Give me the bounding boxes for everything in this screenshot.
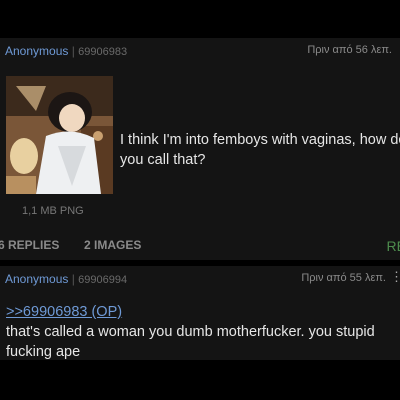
post-time: Πριν από 55 λεπ. [301, 272, 386, 284]
post-header: Anonymous | 69906983 Πριν από 56 λεπ. [0, 38, 400, 60]
anime-character-thumbnail-icon [6, 76, 113, 194]
poster-name[interactable]: Anonymous | 69906983 [5, 44, 127, 58]
post-header: Anonymous | 69906994 Πριν από 55 λεπ. ⋮ [0, 266, 400, 288]
poster-name[interactable]: Anonymous | 69906994 [5, 272, 127, 286]
post-comment: that's called a woman you dumb motherfuc… [6, 324, 375, 360]
file-size: 1,1 MB PNG [22, 205, 84, 217]
reply-post: Anonymous | 69906994 Πριν από 55 λεπ. ⋮ … [0, 266, 400, 360]
images-count[interactable]: 2 IMAGES [84, 238, 141, 252]
post-number[interactable]: 69906994 [78, 274, 127, 286]
reply-button[interactable]: RE [387, 238, 400, 254]
post-number[interactable]: 69906983 [78, 46, 127, 58]
post-time: Πριν από 56 λεπ. [307, 44, 392, 56]
quote-link[interactable]: >>69906983 (OP) [6, 304, 122, 320]
post-image-thumbnail[interactable] [6, 76, 113, 194]
thread-op-post: Anonymous | 69906983 Πριν από 56 λεπ. 1,… [0, 38, 400, 260]
thread-footer: 6 REPLIES 2 IMAGES RE [0, 236, 400, 256]
replies-count[interactable]: 6 REPLIES [0, 238, 59, 252]
more-dots-icon[interactable]: ⋮ [390, 269, 400, 285]
post-comment: I think I'm into femboys with vaginas, h… [120, 132, 400, 168]
